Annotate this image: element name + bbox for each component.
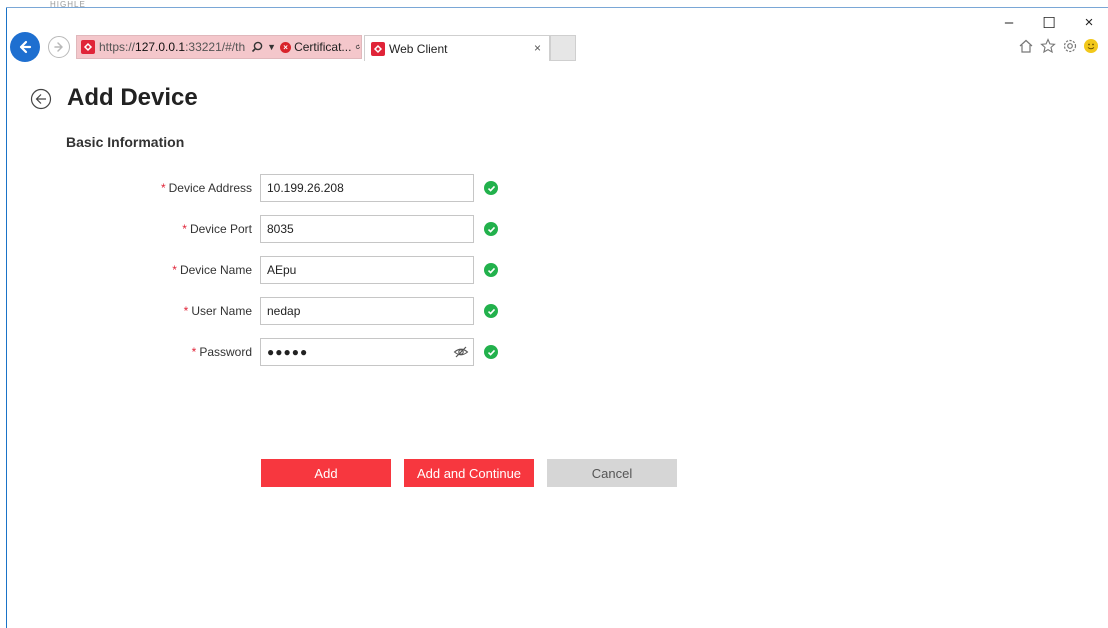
- address-bar[interactable]: https://127.0.0.1:33221/#/th ▼ × Certifi…: [76, 35, 362, 59]
- device-name-input[interactable]: [260, 256, 474, 284]
- dropdown-chevron-icon[interactable]: ▼: [267, 42, 276, 52]
- maximize-button[interactable]: ☐: [1042, 14, 1056, 32]
- add-button[interactable]: Add: [261, 459, 391, 487]
- form-row-device-name: * Device Name: [0, 256, 560, 284]
- form-row-user-name: * User Name: [0, 297, 560, 325]
- feedback-smiley-icon[interactable]: [1084, 39, 1098, 53]
- required-mark: *: [160, 181, 166, 195]
- tab-close-button[interactable]: ×: [534, 41, 541, 55]
- browser-forward-button[interactable]: [48, 36, 70, 58]
- device-address-label: * Device Address: [160, 181, 252, 195]
- required-mark: *: [191, 345, 197, 359]
- device-port-label: * Device Port: [182, 222, 252, 236]
- required-mark: *: [172, 263, 177, 277]
- form-row-device-port: * Device Port: [0, 215, 560, 243]
- page-back-button[interactable]: [30, 88, 52, 110]
- password-label: * Password: [191, 345, 252, 359]
- window-caption-fragment: HIGHLE: [50, 0, 86, 9]
- device-name-label: * Device Name: [172, 263, 252, 277]
- gear-icon[interactable]: [1062, 38, 1078, 54]
- tab-title: Web Client: [389, 41, 448, 56]
- valid-check-icon: [484, 222, 498, 236]
- device-port-input[interactable]: [260, 215, 474, 243]
- tab-web-client[interactable]: Web Client ×: [364, 35, 550, 61]
- device-address-input[interactable]: [260, 174, 474, 202]
- close-window-button[interactable]: ×: [1082, 14, 1096, 32]
- site-logo-icon: [371, 41, 385, 56]
- add-and-continue-button[interactable]: Add and Continue: [404, 459, 534, 487]
- valid-check-icon: [484, 181, 498, 195]
- required-mark: *: [183, 304, 189, 318]
- site-logo-icon: [81, 40, 95, 54]
- favorites-star-icon[interactable]: [1040, 38, 1056, 54]
- url-host: 127.0.0.1: [135, 40, 186, 54]
- refresh-icon[interactable]: [355, 41, 361, 53]
- section-title: Basic Information: [66, 134, 185, 150]
- valid-check-icon: [484, 304, 498, 318]
- password-input[interactable]: [260, 338, 474, 366]
- window-frame-top: [6, 7, 1108, 8]
- arrow-right-icon: [54, 42, 63, 52]
- required-mark: *: [182, 222, 187, 236]
- back-arrow-circle-icon: [30, 88, 52, 110]
- form-row-device-address: * Device Address: [0, 174, 560, 202]
- browser-back-button[interactable]: [10, 32, 40, 62]
- page-title: Add Device: [67, 84, 198, 111]
- certificate-error-indicator[interactable]: × Certificat...: [280, 40, 351, 54]
- valid-check-icon: [484, 263, 498, 277]
- cancel-button[interactable]: Cancel: [547, 459, 677, 487]
- search-icon[interactable]: [251, 41, 263, 53]
- new-tab-button[interactable]: [550, 35, 576, 61]
- form-row-password: * Password: [0, 338, 560, 366]
- user-name-label: * User Name: [183, 304, 252, 318]
- user-name-input[interactable]: [260, 297, 474, 325]
- eye-slash-icon[interactable]: [453, 344, 469, 360]
- url-scheme: https://: [99, 40, 136, 54]
- minimize-button[interactable]: –: [1002, 14, 1016, 32]
- home-icon[interactable]: [1018, 38, 1034, 54]
- valid-check-icon: [484, 345, 498, 359]
- certificate-error-label: Certificat...: [294, 40, 352, 54]
- arrow-left-icon: [19, 40, 32, 54]
- error-icon: ×: [280, 41, 292, 53]
- url-path: :33221/#/th: [185, 40, 246, 54]
